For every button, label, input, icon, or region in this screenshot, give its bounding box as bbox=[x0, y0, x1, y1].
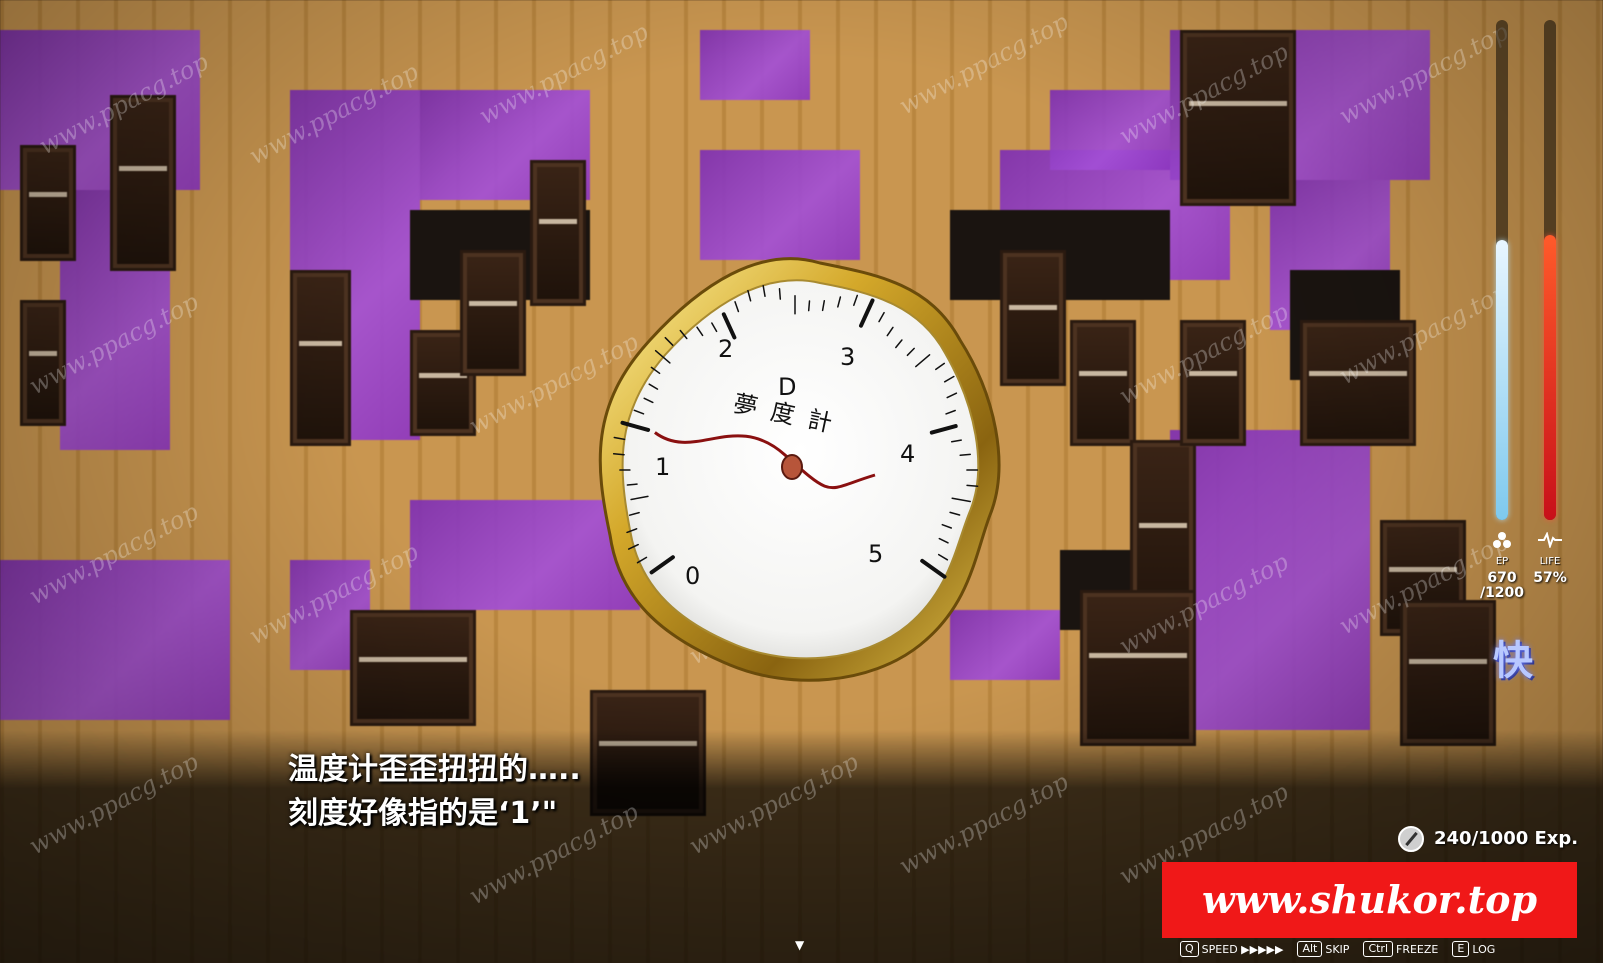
gauge-scale-5: 5 bbox=[868, 540, 884, 568]
hotkey-log-label: LOG bbox=[1472, 942, 1496, 956]
hotkey-skip-label: SKIP bbox=[1325, 942, 1350, 956]
ep-max: /1200 bbox=[1479, 585, 1525, 601]
compass-icon bbox=[1398, 826, 1424, 852]
gauge-scale-3: 3 bbox=[840, 343, 856, 371]
life-label: LIFE bbox=[1539, 556, 1561, 567]
gauge-face bbox=[598, 257, 1001, 682]
gauge-minor-tick bbox=[959, 453, 971, 457]
dialogue-line-2: 刻度好像指的是‘1’" bbox=[288, 796, 558, 831]
gauge-scale-1: 1 bbox=[655, 453, 671, 481]
exp-counter: 240/1000 Exp. bbox=[1434, 828, 1579, 849]
site-banner: www.shukor.top bbox=[1162, 862, 1577, 938]
continue-arrow-icon[interactable]: ▼ bbox=[795, 938, 804, 952]
key-q: Q bbox=[1180, 941, 1199, 957]
hotkey-skip[interactable]: Alt SKIP bbox=[1297, 941, 1349, 957]
key-e: E bbox=[1452, 941, 1470, 957]
gauge-scale-2: 2 bbox=[718, 335, 734, 363]
gauge-scale-0: 0 bbox=[685, 562, 701, 590]
dialogue-line-1: 温度计歪歪扭扭的….. bbox=[288, 752, 581, 787]
gauge-minor-tick bbox=[626, 483, 638, 486]
key-ctrl: Ctrl bbox=[1363, 941, 1394, 957]
gauge-scale-4: 4 bbox=[900, 440, 916, 468]
hotkey-freeze[interactable]: Ctrl FREEZE bbox=[1363, 941, 1438, 957]
hotkey-bar: Q SPEED ▶▶▶▶▶ Alt SKIP Ctrl FREEZE E LOG bbox=[1180, 938, 1495, 960]
key-alt: Alt bbox=[1297, 941, 1323, 957]
dialogue-box[interactable]: 温度计歪歪扭扭的….. 刻度好像指的是‘1’" bbox=[288, 748, 581, 836]
life-bar bbox=[1544, 235, 1556, 520]
hotkey-speed-label: SPEED ▶▶▶▶▶ bbox=[1201, 942, 1284, 956]
hotkey-freeze-label: FREEZE bbox=[1396, 942, 1439, 956]
gauge-minor-tick bbox=[966, 484, 979, 488]
heartbeat-icon bbox=[1538, 532, 1562, 548]
ep-icon bbox=[1493, 532, 1511, 548]
ep-bar bbox=[1496, 240, 1508, 520]
gauge-minor-tick bbox=[612, 453, 625, 456]
gauge-minor-tick bbox=[807, 300, 811, 312]
hotkey-speed[interactable]: Q SPEED ▶▶▶▶▶ bbox=[1180, 941, 1283, 957]
gauge-minor-tick bbox=[778, 288, 782, 300]
life-value: 57% bbox=[1533, 570, 1567, 586]
status-mood-badge: 快 bbox=[1493, 638, 1533, 684]
dream-gauge: D 夢度計 0 1 2 3 4 5 bbox=[590, 245, 1010, 685]
hotkey-log[interactable]: E LOG bbox=[1452, 941, 1495, 957]
